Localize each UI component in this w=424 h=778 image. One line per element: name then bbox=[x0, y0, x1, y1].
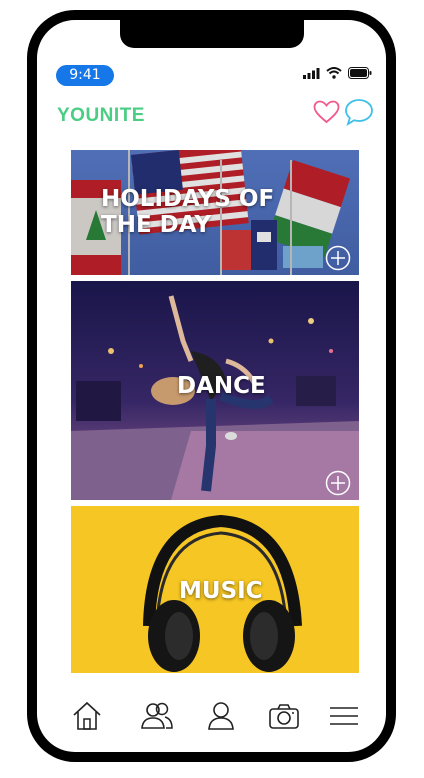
card-title: DANCE bbox=[177, 373, 266, 399]
home-icon[interactable] bbox=[71, 700, 103, 732]
bottom-nav bbox=[37, 700, 386, 752]
camera-icon[interactable] bbox=[268, 700, 300, 732]
plus-circle-icon[interactable] bbox=[325, 245, 351, 271]
status-time: 9:41 bbox=[56, 65, 114, 86]
header-actions bbox=[313, 98, 374, 126]
group-icon[interactable] bbox=[140, 700, 174, 732]
signal-icon bbox=[303, 67, 320, 79]
battery-icon bbox=[348, 67, 372, 79]
wifi-icon bbox=[326, 67, 342, 79]
hamburger-icon[interactable] bbox=[328, 700, 360, 732]
category-card-holidays[interactable]: HOLIDAYS OF THE DAY bbox=[71, 150, 359, 275]
heart-icon[interactable] bbox=[313, 100, 340, 124]
card-title: MUSIC bbox=[179, 578, 263, 604]
chat-bubble-icon[interactable] bbox=[344, 98, 374, 126]
category-card-music[interactable]: MUSIC bbox=[71, 506, 359, 673]
phone-frame: 9:41 YOUNITE HOLIDAYS OF THE DAY DANCE M… bbox=[27, 10, 396, 762]
notch bbox=[120, 20, 304, 48]
status-icons bbox=[303, 67, 372, 79]
category-card-dance[interactable]: DANCE bbox=[71, 281, 359, 500]
user-icon[interactable] bbox=[206, 700, 236, 732]
app-screen: 9:41 YOUNITE HOLIDAYS OF THE DAY DANCE M… bbox=[37, 20, 386, 752]
card-title: HOLIDAYS OF THE DAY bbox=[101, 186, 275, 238]
app-logo: YOUNITE bbox=[57, 105, 145, 126]
plus-circle-icon[interactable] bbox=[325, 470, 351, 496]
